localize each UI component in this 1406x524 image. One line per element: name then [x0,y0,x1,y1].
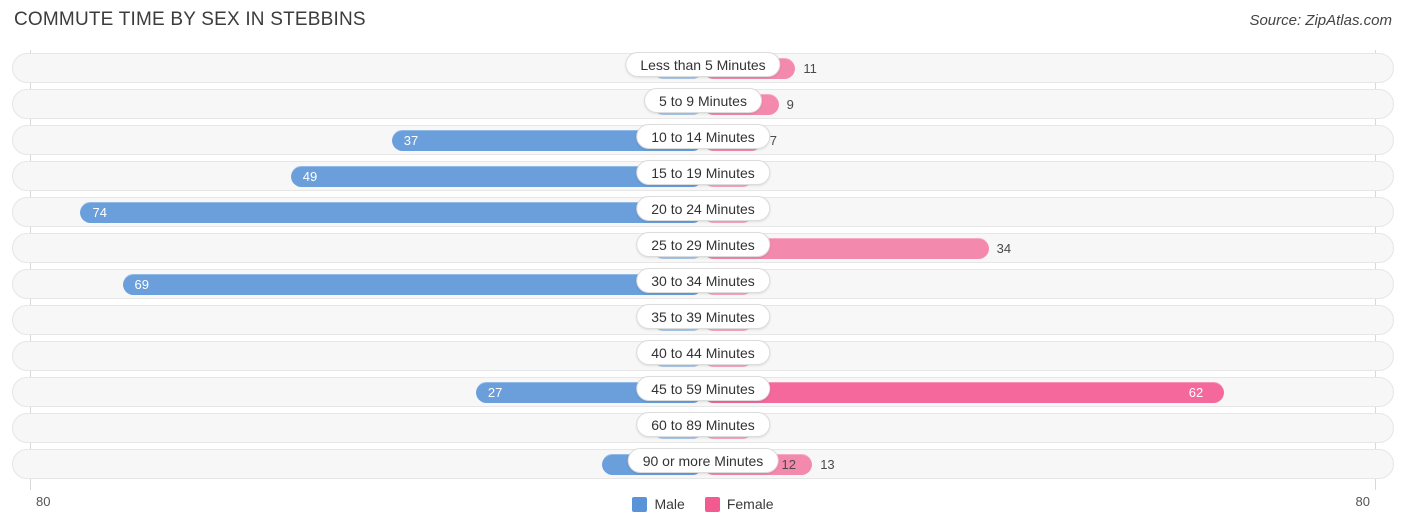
value-label-male: 69 [134,277,149,292]
chart-header: COMMUTE TIME BY SEX IN STEBBINS Source: … [0,0,1406,42]
chart-legend: Male Female [0,496,1406,512]
category-label-pill: 60 to 89 Minutes [636,412,770,437]
legend-swatch-male-icon [632,496,648,512]
legend-label-male: Male [654,496,685,512]
value-label-female: 7 [769,133,778,148]
chart-row: 37 7 10 to 14 Minutes [0,122,1406,158]
category-label-pill: 5 to 9 Minutes [644,88,762,113]
category-label-pill: 40 to 44 Minutes [636,340,770,365]
category-label-pill: 30 to 34 Minutes [636,268,770,293]
diverging-bar-chart: 011Less than 5 Minutes095 to 9 Minutes37… [0,42,1406,523]
value-label-female: 11 [803,61,817,76]
value-label-male: 74 [92,205,107,220]
chart-row: 69030 to 34 Minutes [0,266,1406,302]
chart-row: 0035 to 39 Minutes [0,302,1406,338]
bar-female[interactable] [703,382,1224,403]
chart-row: 0060 to 89 Minutes [0,410,1406,446]
page-title: COMMUTE TIME BY SEX IN STEBBINS [14,9,366,30]
value-label-male: 49 [302,169,318,184]
category-label-pill: 45 to 59 Minutes [636,376,770,401]
value-label-male: 12 [781,457,796,472]
chart-row: 03425 to 29 Minutes [0,230,1406,266]
chart-row: 27 62 45 to 59 Minutes [0,374,1406,410]
category-label-pill: 20 to 24 Minutes [636,196,770,221]
category-label-pill: 10 to 14 Minutes [636,124,770,149]
value-label-male: 37 [403,133,419,148]
chart-row: 74020 to 24 Minutes [0,194,1406,230]
chart-row: 095 to 9 Minutes [0,86,1406,122]
chart-footer: 80 80 Male Female [0,494,1406,524]
legend-swatch-female-icon [704,496,720,512]
chart-row: 12 13 90 or more Minutes [0,446,1406,482]
chart-rows: 011Less than 5 Minutes095 to 9 Minutes37… [0,50,1406,482]
category-label-pill: Less than 5 Minutes [625,52,781,77]
legend-label-female: Female [726,496,774,512]
chart-row: 011Less than 5 Minutes [0,50,1406,86]
category-label-pill: 25 to 29 Minutes [636,232,770,257]
category-label-pill: 35 to 39 Minutes [636,304,770,329]
value-label-male: 27 [487,385,503,400]
value-label-female: 34 [996,241,1012,256]
bar-male[interactable] [122,274,703,295]
value-label-female: 62 [1188,385,1204,400]
chart-row: 0040 to 44 Minutes [0,338,1406,374]
bar-male[interactable] [80,202,703,223]
legend-item-male[interactable]: Male [632,496,685,512]
category-label-pill: 15 to 19 Minutes [636,160,770,185]
chart-row: 49015 to 19 Minutes [0,158,1406,194]
legend-item-female[interactable]: Female [704,496,774,512]
value-label-female: 13 [820,457,835,472]
source-attribution: Source: ZipAtlas.com [1249,12,1392,29]
value-label-female: 9 [786,97,794,112]
category-label-pill: 90 or more Minutes [627,448,779,473]
